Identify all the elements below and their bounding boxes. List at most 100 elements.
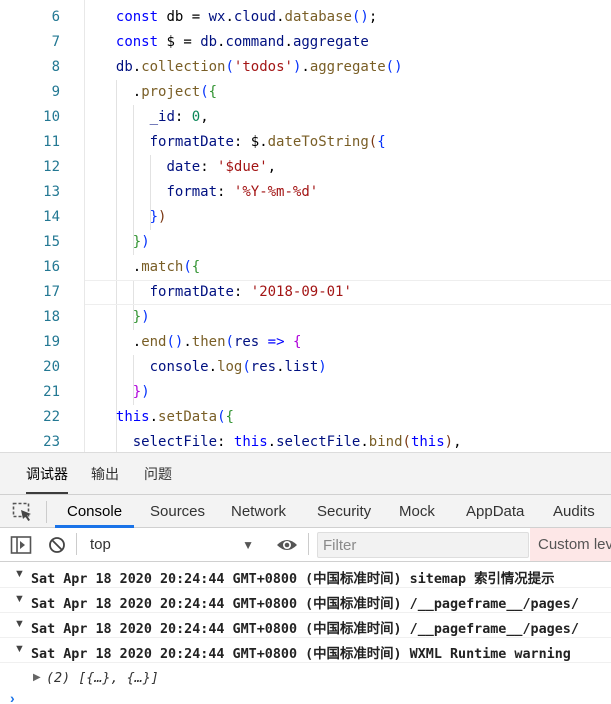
code-token: wx [208, 9, 226, 25]
console-message[interactable]: ▼ Sat Apr 18 2020 20:24:44 GMT+0800 (中国标… [0, 613, 611, 638]
tab-output[interactable]: 输出 [91, 464, 119, 484]
line-number: 21 [43, 384, 60, 400]
expand-arrow-icon[interactable]: ▶ [33, 672, 41, 683]
tab-mock[interactable]: Mock [399, 503, 435, 520]
code-token: formatDate [149, 284, 234, 300]
context-selector[interactable]: top ▼ [84, 533, 258, 557]
bottom-panel-tabs: 调试器 输出 问题 [0, 452, 611, 494]
code-token: this [410, 434, 445, 450]
console-prompt[interactable]: › [10, 690, 15, 704]
code-token: _id [149, 109, 175, 125]
code-line[interactable]: _id: 0, [85, 105, 611, 130]
code-line[interactable]: }) [85, 305, 611, 330]
line-number: 23 [43, 434, 60, 450]
code-line[interactable]: db.collection('todos').aggregate() [85, 55, 611, 80]
code-token: ) [141, 309, 150, 325]
code-token: this [115, 409, 150, 425]
code-line[interactable]: .project({ [85, 80, 611, 105]
code-line[interactable]: }) [85, 380, 611, 405]
code-token: { [292, 334, 302, 350]
clear-console-icon[interactable] [48, 536, 66, 559]
expand-arrow-icon[interactable]: ▼ [14, 593, 25, 605]
code-token: . [360, 434, 369, 450]
tab-appdata[interactable]: AppData [466, 503, 524, 520]
code-token: res [233, 334, 260, 350]
code-token: . [115, 259, 142, 275]
code-token: bind [368, 434, 403, 450]
code-line[interactable]: selectFile: this.selectFile.bind(this), [85, 430, 611, 452]
line-number: 8 [51, 59, 60, 75]
tab-audits[interactable]: Audits [553, 503, 595, 520]
code-line[interactable]: }) [85, 230, 611, 255]
filter-input[interactable] [317, 532, 529, 558]
code-token: , [267, 159, 277, 175]
code-token: => [267, 334, 285, 350]
code-line[interactable]: this.setData({ [85, 405, 611, 430]
code-token: ( [402, 434, 411, 450]
code-line[interactable]: const $ = db.command.aggregate [85, 30, 611, 55]
line-number: 17 [43, 284, 60, 300]
console-message[interactable]: ▼ Sat Apr 18 2020 20:24:44 GMT+0800 (中国标… [0, 563, 611, 588]
code-token: end [141, 334, 167, 350]
code-token: ) [158, 209, 167, 225]
code-token: ; [368, 9, 378, 25]
toggle-sidebar-icon[interactable] [10, 535, 32, 560]
console-result[interactable]: ▶ (2) [{…}, {…}] [0, 666, 611, 692]
code-line[interactable]: formatDate: $.dateToString({ [85, 130, 611, 155]
dropdown-arrow-icon: ▼ [242, 538, 254, 552]
code-editor[interactable]: 6 7 8 9 10 11 12 13 14 15 16 17 18 19 20 21 22 23 const d… [0, 0, 611, 452]
inspect-element-icon[interactable] [12, 502, 34, 527]
code-token: ( [217, 409, 226, 425]
code-line[interactable]: date: '$due', [85, 155, 611, 180]
code-token: : [217, 184, 234, 200]
expand-arrow-icon[interactable]: ▼ [14, 568, 25, 580]
tab-console[interactable]: Console [67, 503, 122, 520]
code-line[interactable]: .match({ [85, 255, 611, 280]
code-token: aggregate [309, 59, 386, 75]
tab-debugger[interactable]: 调试器 [26, 464, 68, 484]
code-token: collection [141, 59, 226, 75]
console-message[interactable]: ▼ Sat Apr 18 2020 20:24:44 GMT+0800 (中国标… [0, 588, 611, 613]
console-filter-bar: top ▼ Custom lev [0, 528, 611, 562]
eye-icon[interactable] [276, 537, 298, 558]
code-token: () [351, 9, 369, 25]
code-token: { [208, 84, 218, 100]
code-line[interactable]: }) [85, 205, 611, 230]
code-token: . [225, 9, 234, 25]
code-token: list [284, 359, 319, 375]
expand-arrow-icon[interactable]: ▼ [14, 618, 25, 630]
code-token: db [115, 59, 133, 75]
code-token: format [166, 184, 218, 200]
code-line[interactable]: const db = wx.cloud.database(); [85, 5, 611, 30]
line-number: 20 [43, 359, 60, 375]
log-levels-button[interactable]: Custom lev [530, 528, 611, 561]
code-token: const [115, 9, 167, 25]
code-token: setData [158, 409, 218, 425]
tab-sources[interactable]: Sources [150, 503, 205, 520]
console-message[interactable]: ▼ Sat Apr 18 2020 20:24:44 GMT+0800 (中国标… [0, 638, 611, 663]
code-token: } [132, 384, 142, 400]
code-token: . [284, 34, 293, 50]
code-line[interactable]: formatDate: '2018-09-01' [85, 280, 611, 305]
tab-network[interactable]: Network [231, 503, 286, 520]
tab-problems[interactable]: 问题 [144, 464, 172, 484]
code-token: } [149, 209, 159, 225]
expand-arrow-icon[interactable]: ▼ [14, 643, 25, 655]
code-token: , [453, 434, 462, 450]
code-line[interactable]: .end().then(res => { [85, 330, 611, 355]
code-token: . [149, 409, 159, 425]
line-number: 9 [51, 84, 60, 100]
tab-security[interactable]: Security [317, 503, 371, 520]
toolbar-divider [76, 533, 77, 555]
code-token: db = [166, 9, 209, 25]
code-line[interactable]: console.log(res.list) [85, 355, 611, 380]
code-token: , [200, 109, 209, 125]
code-line[interactable]: format: '%Y-%m-%d' [85, 180, 611, 205]
